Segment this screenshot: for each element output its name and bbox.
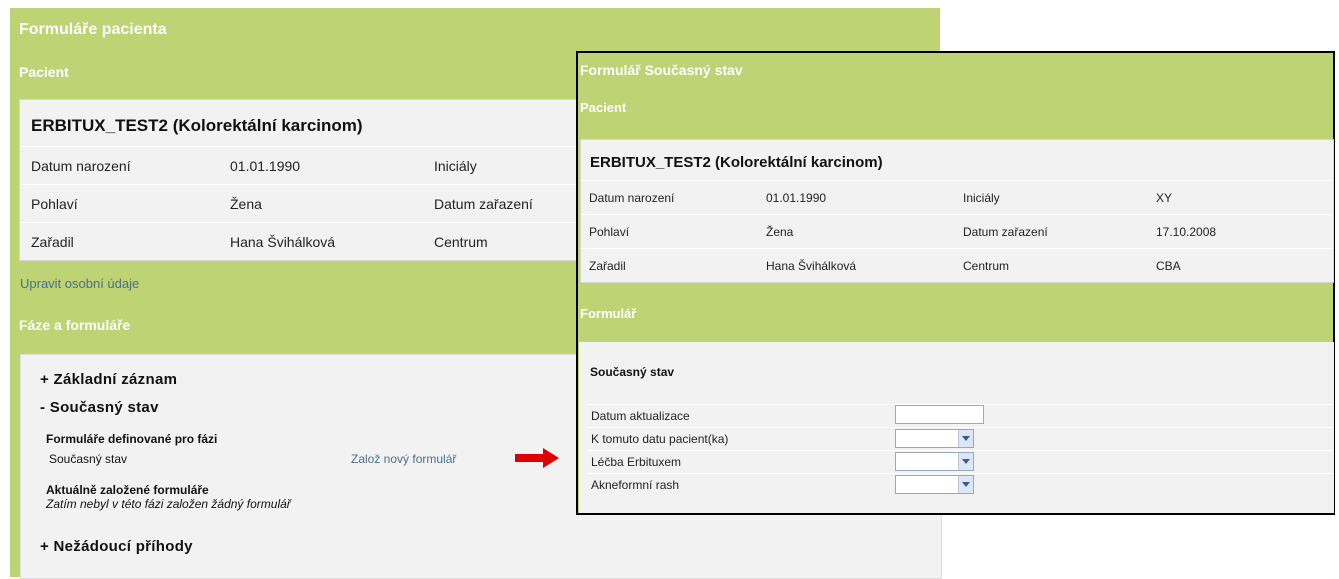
edit-personal-data-link[interactable]: Upravit osobní údaje	[20, 276, 139, 291]
popup-patient-info-row: Datum narození 01.01.1990 Iniciály XY	[581, 180, 1333, 215]
erbitux-treatment-select[interactable]	[895, 452, 974, 471]
popup-patient-info-box: ERBITUX_TEST2 (Kolorektální karcinom) Da…	[580, 139, 1334, 283]
label-sex: Pohlaví	[589, 225, 630, 239]
label-enrolled-by: Zařadil	[589, 259, 626, 273]
form-area: Současný stav Datum aktualizace K tomuto…	[579, 342, 1334, 513]
patient-name: ERBITUX_TEST2 (Kolorektální karcinom)	[31, 116, 363, 135]
label-center: Centrum	[434, 234, 488, 250]
value-initials: XY	[1156, 191, 1173, 205]
label-enrollment-date: Datum zařazení	[963, 225, 1048, 239]
page-title: Formuláře pacienta	[19, 21, 167, 38]
acneiform-rash-select[interactable]	[895, 475, 974, 494]
acneiform-rash-label: Akneformní rash	[591, 478, 680, 492]
red-arrow-icon	[515, 448, 559, 468]
value-enrolled-by: Hana Švihálková	[766, 259, 857, 273]
value-sex: Žena	[230, 196, 262, 212]
phase-adverse-events[interactable]: + Nežádoucí příhody	[40, 538, 193, 555]
update-date-label: Datum aktualizace	[591, 409, 690, 423]
erbitux-treatment-label: Léčba Erbituxem	[591, 455, 682, 469]
label-center: Centrum	[963, 259, 1010, 273]
value-birth-date: 01.01.1990	[230, 158, 301, 174]
form-row-erbitux-treatment: Léčba Erbituxem	[588, 450, 1333, 473]
defined-forms-heading: Formuláře definované pro fázi	[46, 432, 218, 446]
form-popup-window: Formulář Současný stav Pacient ERBITUX_T…	[576, 51, 1335, 515]
phase-current-state[interactable]: - Současný stav	[40, 399, 159, 416]
popup-patient-info-row: Pohlaví Žena Datum zařazení 17.10.2008	[581, 214, 1333, 249]
label-enrollment-date: Datum zařazení	[434, 196, 533, 212]
label-birth-date: Datum narození	[589, 191, 675, 205]
popup-patient-section-heading: Pacient	[580, 100, 627, 115]
value-center: CBA	[1156, 259, 1181, 273]
label-sex: Pohlaví	[31, 196, 78, 212]
no-forms-message: Zatím nebyl v této fázi založen žádný fo…	[46, 497, 291, 511]
label-birth-date: Datum narození	[31, 158, 131, 174]
chevron-down-icon[interactable]	[958, 430, 973, 447]
phases-section-heading: Fáze a formuláře	[19, 317, 131, 333]
popup-patient-name: ERBITUX_TEST2 (Kolorektální karcinom)	[590, 154, 883, 171]
form-row-update-date: Datum aktualizace	[588, 404, 1333, 427]
popup-patient-info-row: Zařadil Hana Švihálková Centrum CBA	[581, 248, 1333, 283]
phase-basic-record[interactable]: + Základní záznam	[40, 371, 177, 388]
label-enrolled-by: Zařadil	[31, 234, 74, 250]
form-heading: Současný stav	[590, 365, 675, 379]
update-date-input[interactable]	[895, 405, 984, 424]
form-row-acneiform-rash: Akneformní rash	[588, 473, 1333, 496]
label-initials: Iniciály	[434, 158, 477, 174]
patient-section-heading: Pacient	[19, 64, 69, 80]
form-section-heading: Formulář	[580, 306, 637, 321]
value-enrolled-by: Hana Švihálková	[230, 234, 336, 250]
value-sex: Žena	[766, 225, 794, 239]
patient-status-label: K tomuto datu pacient(ka)	[591, 432, 729, 446]
chevron-down-icon[interactable]	[958, 453, 973, 470]
label-initials: Iniciály	[963, 191, 1000, 205]
create-new-form-link[interactable]: Založ nový formulář	[351, 452, 456, 466]
created-forms-heading: Aktuálně založené formuláře	[46, 483, 209, 497]
chevron-down-icon[interactable]	[958, 476, 973, 493]
defined-form-item: Současný stav	[49, 452, 128, 466]
patient-status-select[interactable]	[895, 429, 974, 448]
value-enrollment-date: 17.10.2008	[1156, 225, 1217, 239]
value-birth-date: 01.01.1990	[766, 191, 827, 205]
form-row-patient-status: K tomuto datu pacient(ka)	[588, 427, 1333, 450]
popup-title: Formulář Současný stav	[580, 62, 743, 78]
